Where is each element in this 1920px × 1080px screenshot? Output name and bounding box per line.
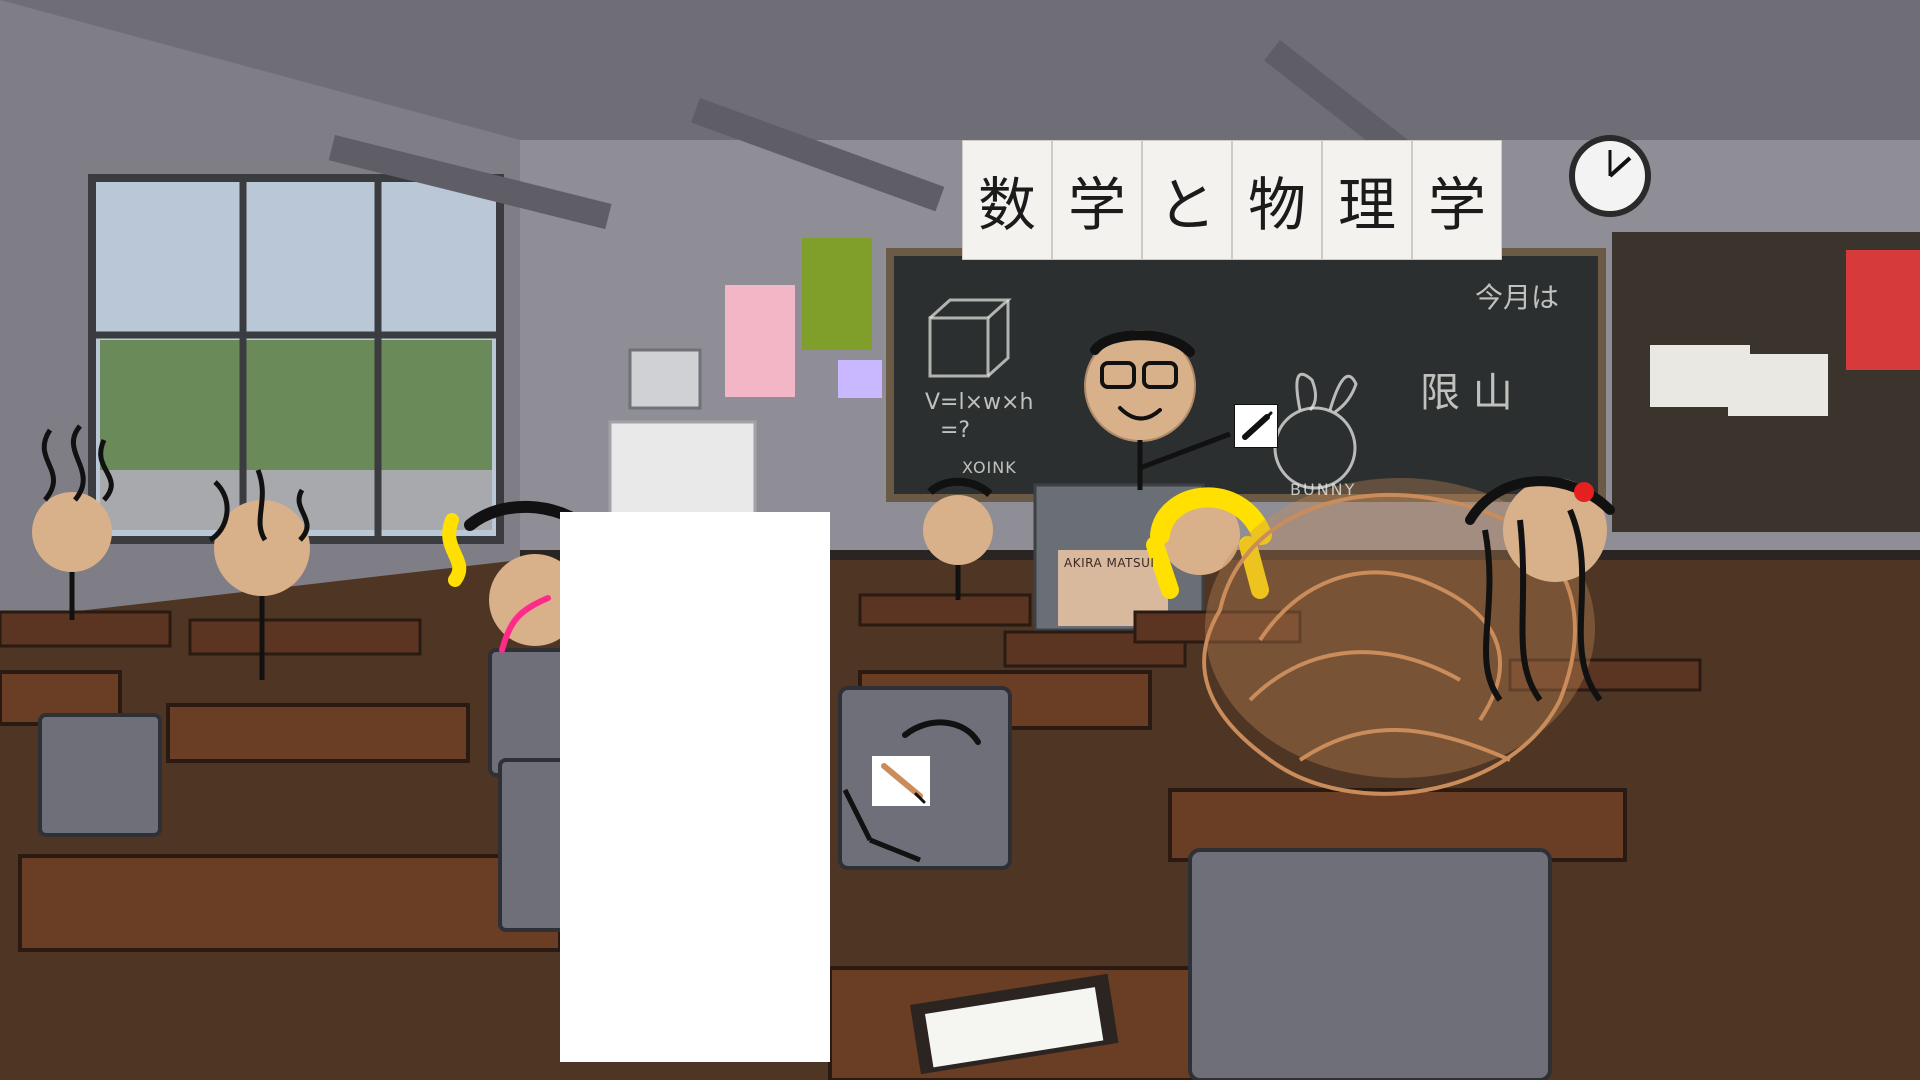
poster-right (1846, 250, 1920, 370)
chalkboard (886, 248, 1606, 502)
white-overlay-panel (560, 512, 830, 1062)
classroom-scene (0, 0, 1920, 1080)
sign-char-3: と (1142, 140, 1232, 260)
poster-left-2 (802, 238, 872, 350)
sign-char-2: 学 (1052, 140, 1142, 260)
poster-left-1 (725, 285, 795, 397)
wall-clock-icon (1569, 135, 1651, 217)
marker-icon[interactable] (1234, 404, 1278, 448)
sign-char-5: 理 (1322, 140, 1412, 260)
notice-paper-2 (1728, 354, 1828, 416)
pencil-icon[interactable] (872, 756, 930, 806)
sign-char-6: 学 (1412, 140, 1502, 260)
window (88, 174, 504, 544)
sticky-notes (838, 360, 882, 398)
sign-char-4: 物 (1232, 140, 1322, 260)
tv (628, 348, 702, 410)
cabinet (608, 420, 757, 516)
sign-char-1: 数 (962, 140, 1052, 260)
